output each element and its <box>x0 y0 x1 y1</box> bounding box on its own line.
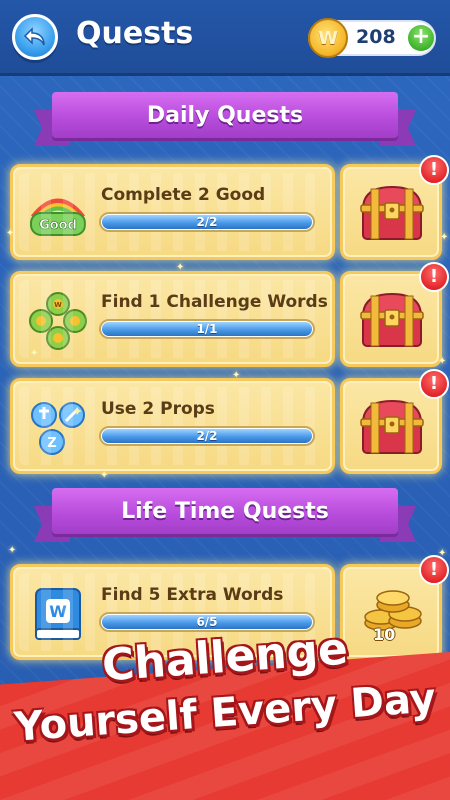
progress-text: 1/1 <box>196 322 218 336</box>
good-badge-icon: Good <box>27 183 89 245</box>
quest-label: Complete 2 Good <box>101 185 266 205</box>
quest-progress-bar: 6/5 <box>99 612 315 632</box>
back-button[interactable] <box>12 14 58 60</box>
add-coins-button[interactable]: + <box>408 25 434 51</box>
sparkle-icon: ✦ <box>440 232 449 243</box>
quest-progress-bar: 2/2 <box>99 426 315 446</box>
progress-text: 6/5 <box>196 615 218 629</box>
challenge-words-letter: W <box>54 301 62 309</box>
chest-icon <box>360 399 424 454</box>
page-title: Quests <box>76 16 194 51</box>
quest-progress-bar: 1/1 <box>99 319 315 339</box>
chest-icon <box>360 185 424 240</box>
good-badge-text: Good <box>39 218 77 233</box>
sparkle-icon: ✦ <box>232 370 241 381</box>
chest-icon <box>360 292 424 347</box>
alert-badge: ! <box>419 555 449 585</box>
sparkle-icon: ✦ <box>8 545 17 556</box>
progress-text: 2/2 <box>196 215 218 229</box>
quest-card: W Find 1 Challenge Words 1/1 <box>10 271 335 367</box>
sparkle-icon: ✦ <box>30 348 39 359</box>
quest-label: Find 5 Extra Words <box>101 585 284 605</box>
challenge-words-icon: W <box>27 290 89 352</box>
quest-reward-chest[interactable]: ! <box>340 155 449 260</box>
book-letter: W <box>49 602 67 621</box>
section-title: Life Time Quests <box>52 488 398 534</box>
props-letter: Z <box>47 436 56 451</box>
sparkle-icon: ✦ <box>100 470 109 481</box>
extra-words-book-icon: W <box>27 583 89 645</box>
quest-label: Use 2 Props <box>101 399 215 419</box>
quest-card: Good Complete 2 Good 2/2 <box>10 164 335 260</box>
lifetime-quests-ribbon: Life Time Quests <box>34 488 416 546</box>
alert-badge: ! <box>419 369 449 399</box>
coin-icon: W <box>308 18 348 58</box>
sparkle-icon: ✦ <box>438 356 447 367</box>
coin-count: 208 <box>356 26 396 48</box>
daily-quests-ribbon: Daily Quests <box>34 92 416 150</box>
section-title: Daily Quests <box>52 92 398 138</box>
back-arrow-icon <box>23 27 45 46</box>
quest-reward-chest[interactable]: ! <box>340 369 449 474</box>
props-icon: Z <box>27 397 89 459</box>
quest-reward-chest[interactable]: ! <box>340 262 449 367</box>
sparkle-icon: ✦ <box>176 262 185 273</box>
quest-progress-bar: 2/2 <box>99 212 315 232</box>
quest-label: Find 1 Challenge Words <box>101 292 328 312</box>
sparkle-icon: ✦ <box>6 228 15 239</box>
alert-badge: ! <box>419 262 449 292</box>
alert-badge: ! <box>419 155 449 185</box>
progress-text: 2/2 <box>196 429 218 443</box>
header-bar: Quests W 208 + <box>0 0 450 76</box>
quest-card: Z Use 2 Props 2/2 <box>10 378 335 474</box>
